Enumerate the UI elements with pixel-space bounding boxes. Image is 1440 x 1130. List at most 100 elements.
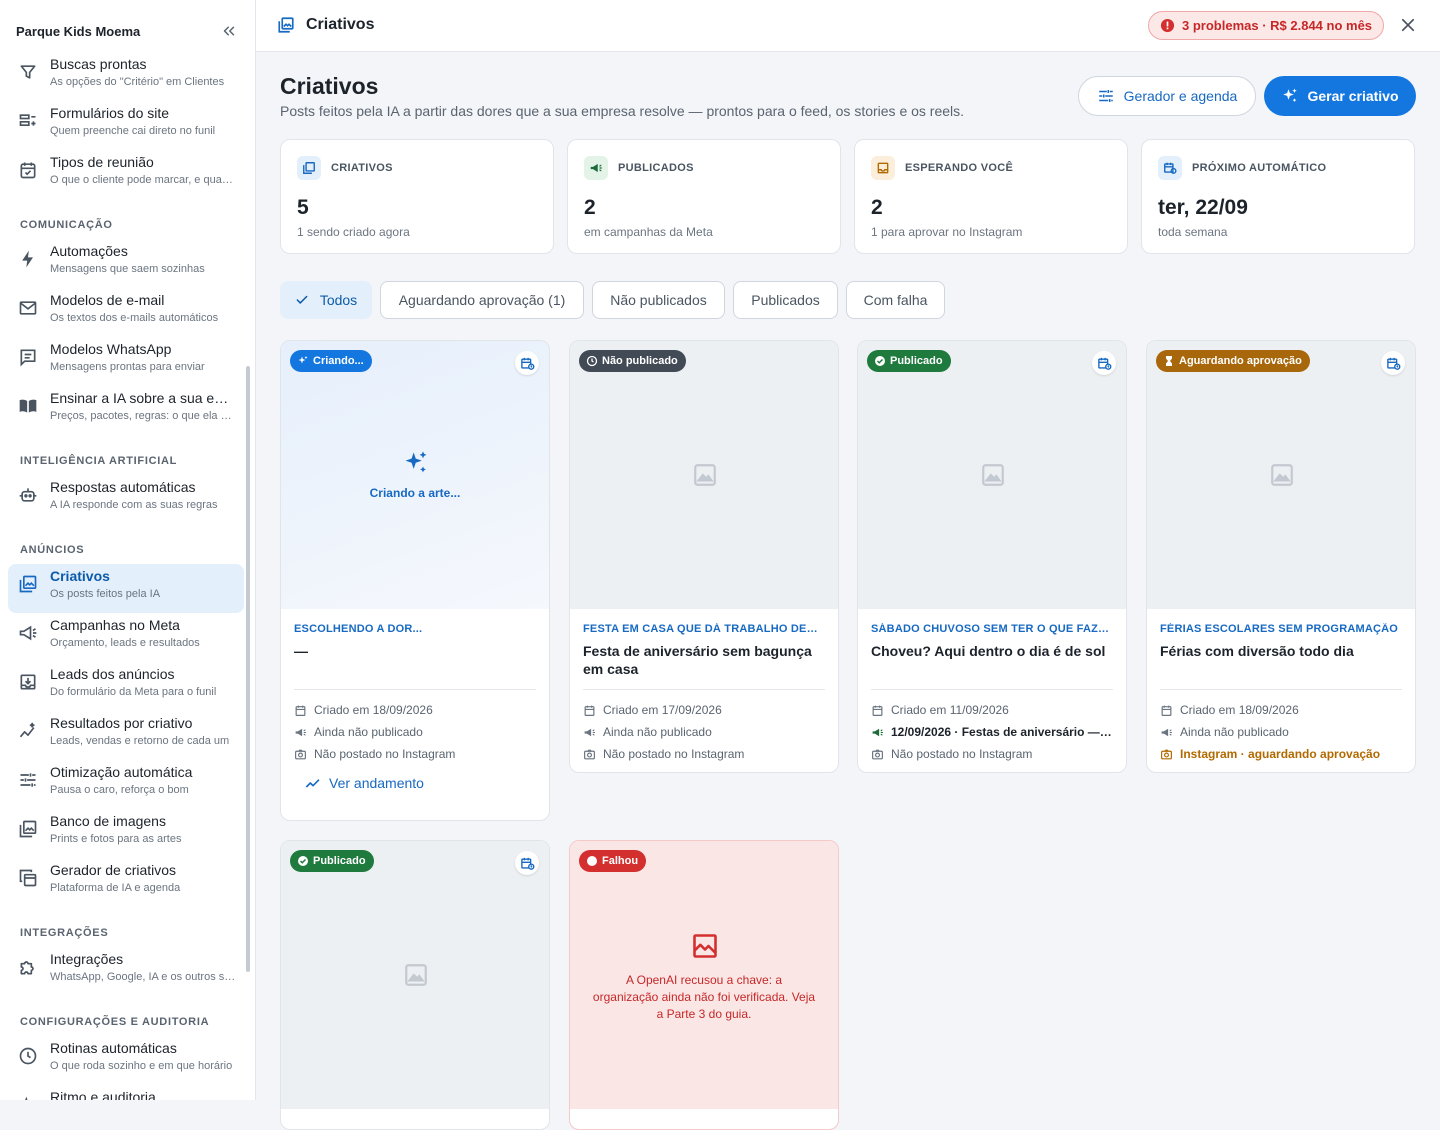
sidebar-item-tipos-reuniao[interactable]: Tipos de reunião O que o cliente pode mar…	[8, 150, 244, 199]
meta-instagram[interactable]: Instagram · aguardando aprovação	[1160, 743, 1402, 765]
sidebar-item-otimizacao[interactable]: Otimização automática Pausa o caro, refor…	[8, 760, 244, 809]
creative-card[interactable]: Publicado SÁBADO CHUVOSO SEM TER O QUE F…	[857, 340, 1127, 773]
meta-text: 12/09/2026 · Festas de aniversário — Lea…	[891, 725, 1113, 739]
filter-todos[interactable]: Todos	[280, 281, 372, 319]
creative-card[interactable]: Publicado	[280, 840, 550, 1130]
page-subtitle: Posts feitos pela IA a partir das dores …	[280, 103, 965, 119]
top-bar-title: Criativos	[306, 16, 375, 33]
puzzle-icon	[18, 957, 38, 977]
generator-schedule-label: Gerador e agenda	[1123, 88, 1238, 104]
schedule-button[interactable]	[515, 851, 539, 875]
meta-text: Criado em 18/09/2026	[314, 703, 433, 717]
creative-keyword: FESTA EM CASA QUE DÁ TRABALHO DEMAIS	[583, 623, 825, 635]
sidebar-section-title: ANÚNCIOS	[20, 544, 85, 556]
filter-label: Com falha	[863, 292, 928, 308]
filter-publicados[interactable]: Publicados	[733, 281, 838, 319]
schedule-button[interactable]	[515, 351, 539, 375]
stat-label: PUBLICADOS	[618, 162, 694, 174]
sidebar-item-modelos-whatsapp[interactable]: Modelos WhatsApp Mensagens prontas para e…	[8, 337, 244, 386]
sidebar-item-formularios[interactable]: Formulários do site Quem preenche cai dir…	[8, 101, 244, 150]
check-circle-icon	[874, 355, 886, 367]
sidebar-item-desc: Prints e fotos para as artes	[50, 833, 182, 845]
meta-instagram: Não postado no Instagram	[294, 743, 536, 765]
sidebar-section-title: CONFIGURAÇÕES E AUDITORIA	[20, 1016, 210, 1028]
filter-label: Publicados	[751, 292, 820, 308]
insights-icon	[18, 721, 38, 741]
creative-headline: Férias com diversão todo dia	[1160, 643, 1354, 659]
megaphone-icon	[294, 726, 307, 739]
sidebar-item-buscas-prontas[interactable]: Buscas prontas As opções do "Critério" em…	[8, 52, 244, 101]
sidebar-item-resultados-criativo[interactable]: Resultados por criativo Leads, vendas e r…	[8, 711, 244, 760]
collapse-sidebar-icon[interactable]	[220, 22, 238, 40]
creative-card-body: FESTA EM CASA QUE DÁ TRABALHO DEMAIS Fes…	[583, 623, 825, 765]
sidebar-item-desc: O que o cliente pode marcar, e quando	[50, 174, 236, 186]
sidebar-item-desc: Mensagens que saem sozinhas	[50, 263, 205, 275]
stat-card-publicados: PUBLICADOS 2 em campanhas da Meta	[567, 139, 841, 254]
sidebar-item-integracoes[interactable]: Integrações WhatsApp, Google, IA e os out…	[8, 947, 244, 996]
sidebar-scrollbar[interactable]	[246, 366, 250, 972]
meta-created: Criado em 11/09/2026	[871, 699, 1113, 721]
inbox-icon	[871, 156, 895, 180]
sidebar-item-gerador-criativos[interactable]: Gerador de criativos Plataforma de IA e a…	[8, 858, 244, 907]
photo-library-icon	[277, 16, 295, 34]
sidebar-item-label: Automações	[50, 243, 128, 259]
sidebar-item-modelos-email[interactable]: Modelos de e-mail Os textos dos e-mails a…	[8, 288, 244, 337]
meta-publish[interactable]: 12/09/2026 · Festas de aniversário — Lea…	[871, 721, 1113, 743]
sidebar-item-ritmo-auditoria[interactable]: Ritmo e auditoria	[8, 1085, 244, 1100]
sparkle-icon	[297, 355, 309, 367]
filter-nao-publicados[interactable]: Não publicados	[592, 281, 725, 319]
meta-text: Instagram · aguardando aprovação	[1180, 747, 1381, 761]
image-placeholder-icon	[1269, 462, 1295, 488]
view-progress-link[interactable]: Ver andamento	[305, 775, 424, 791]
sidebar-item-desc: Quem preenche cai direto no funil	[50, 125, 216, 137]
filter-aguardando[interactable]: Aguardando aprovação (1)	[380, 281, 584, 319]
creative-card[interactable]: Não publicado FESTA EM CASA QUE DÁ TRABA…	[569, 340, 839, 773]
sidebar-item-respostas-automaticas[interactable]: Respostas automáticas A IA responde com a…	[8, 475, 244, 524]
sidebar-item-label: Resultados por criativo	[50, 715, 193, 731]
close-icon[interactable]	[1399, 16, 1417, 34]
sidebar-item-automacoes[interactable]: Automações Mensagens que saem sozinhas	[8, 239, 244, 288]
status-badge: Publicado	[867, 350, 951, 372]
sidebar-item-label: Formulários do site	[50, 105, 170, 121]
status-badge: Criando...	[290, 350, 372, 372]
sidebar-item-desc: O que roda sozinho e em que horário	[50, 1060, 233, 1072]
meta-created: Criado em 18/09/2026	[1160, 699, 1402, 721]
page-title: Criativos	[280, 73, 379, 99]
view-progress-label: Ver andamento	[329, 775, 424, 791]
meta-publish: Ainda não publicado	[1160, 721, 1402, 743]
sidebar-section-title: COMUNICAÇÃO	[20, 219, 113, 231]
generator-schedule-button[interactable]: Gerador e agenda	[1078, 76, 1256, 116]
creative-card-body: SÁBADO CHUVOSO SEM TER O QUE FAZER Chove…	[871, 623, 1113, 765]
stat-sub: toda semana	[1158, 225, 1228, 239]
creative-card[interactable]: Aguardando aprovação FÉRIAS ESCOLARES SE…	[1146, 340, 1416, 773]
sidebar-item-criativos[interactable]: Criativos Os posts feitos pela IA	[8, 564, 244, 613]
creative-headline: —	[294, 643, 308, 659]
stat-value: 2	[871, 196, 883, 219]
meta-text: Criado em 11/09/2026	[891, 703, 1009, 717]
sidebar-item-desc: Os textos dos e-mails automáticos	[50, 312, 219, 324]
sidebar-item-desc: A IA responde com as suas regras	[50, 499, 218, 511]
schedule-button[interactable]	[1092, 351, 1116, 375]
creative-meta: Criado em 18/09/2026 Ainda não publicado…	[1160, 699, 1402, 765]
stat-label: PRÓXIMO AUTOMÁTICO	[1192, 162, 1327, 174]
creative-card[interactable]: Criando a arte... Criando... ESCOLHENDO …	[280, 340, 550, 821]
camera-icon	[871, 748, 884, 761]
meta-text: Não postado no Instagram	[891, 747, 1033, 761]
sidebar-item-banco-imagens[interactable]: Banco de imagens Prints e fotos para as a…	[8, 809, 244, 858]
stat-card-proximo: PRÓXIMO AUTOMÁTICO ter, 22/09 toda seman…	[1141, 139, 1415, 254]
calendar-icon	[1160, 704, 1173, 717]
generate-creative-button[interactable]: Gerar criativo	[1264, 76, 1416, 116]
schedule-button[interactable]	[1381, 351, 1405, 375]
problems-badge[interactable]: 3 problemas · R$ 2.844 no mês	[1148, 11, 1385, 40]
stat-value: 5	[297, 196, 309, 219]
sidebar-item-leads-anuncios[interactable]: Leads dos anúncios Do formulário da Meta …	[8, 662, 244, 711]
sidebar-item-ensinar-ia[interactable]: Ensinar a IA sobre a sua empresa Preços, …	[8, 386, 244, 435]
sidebar-item-rotinas[interactable]: Rotinas automáticas O que roda sozinho e …	[8, 1036, 244, 1085]
sidebar-item-campanhas-meta[interactable]: Campanhas no Meta Orçamento, leads e resu…	[8, 613, 244, 662]
sidebar-item-label: Respostas automáticas	[50, 479, 196, 495]
creative-card[interactable]: A OpenAI recusou a chave: a organização …	[569, 840, 839, 1130]
sidebar-item-desc: Do formulário da Meta para o funil	[50, 686, 217, 698]
filter-com-falha[interactable]: Com falha	[846, 281, 945, 319]
sidebar-item-desc: Pausa o caro, reforça o bom	[50, 784, 189, 796]
robot-icon	[18, 485, 38, 505]
